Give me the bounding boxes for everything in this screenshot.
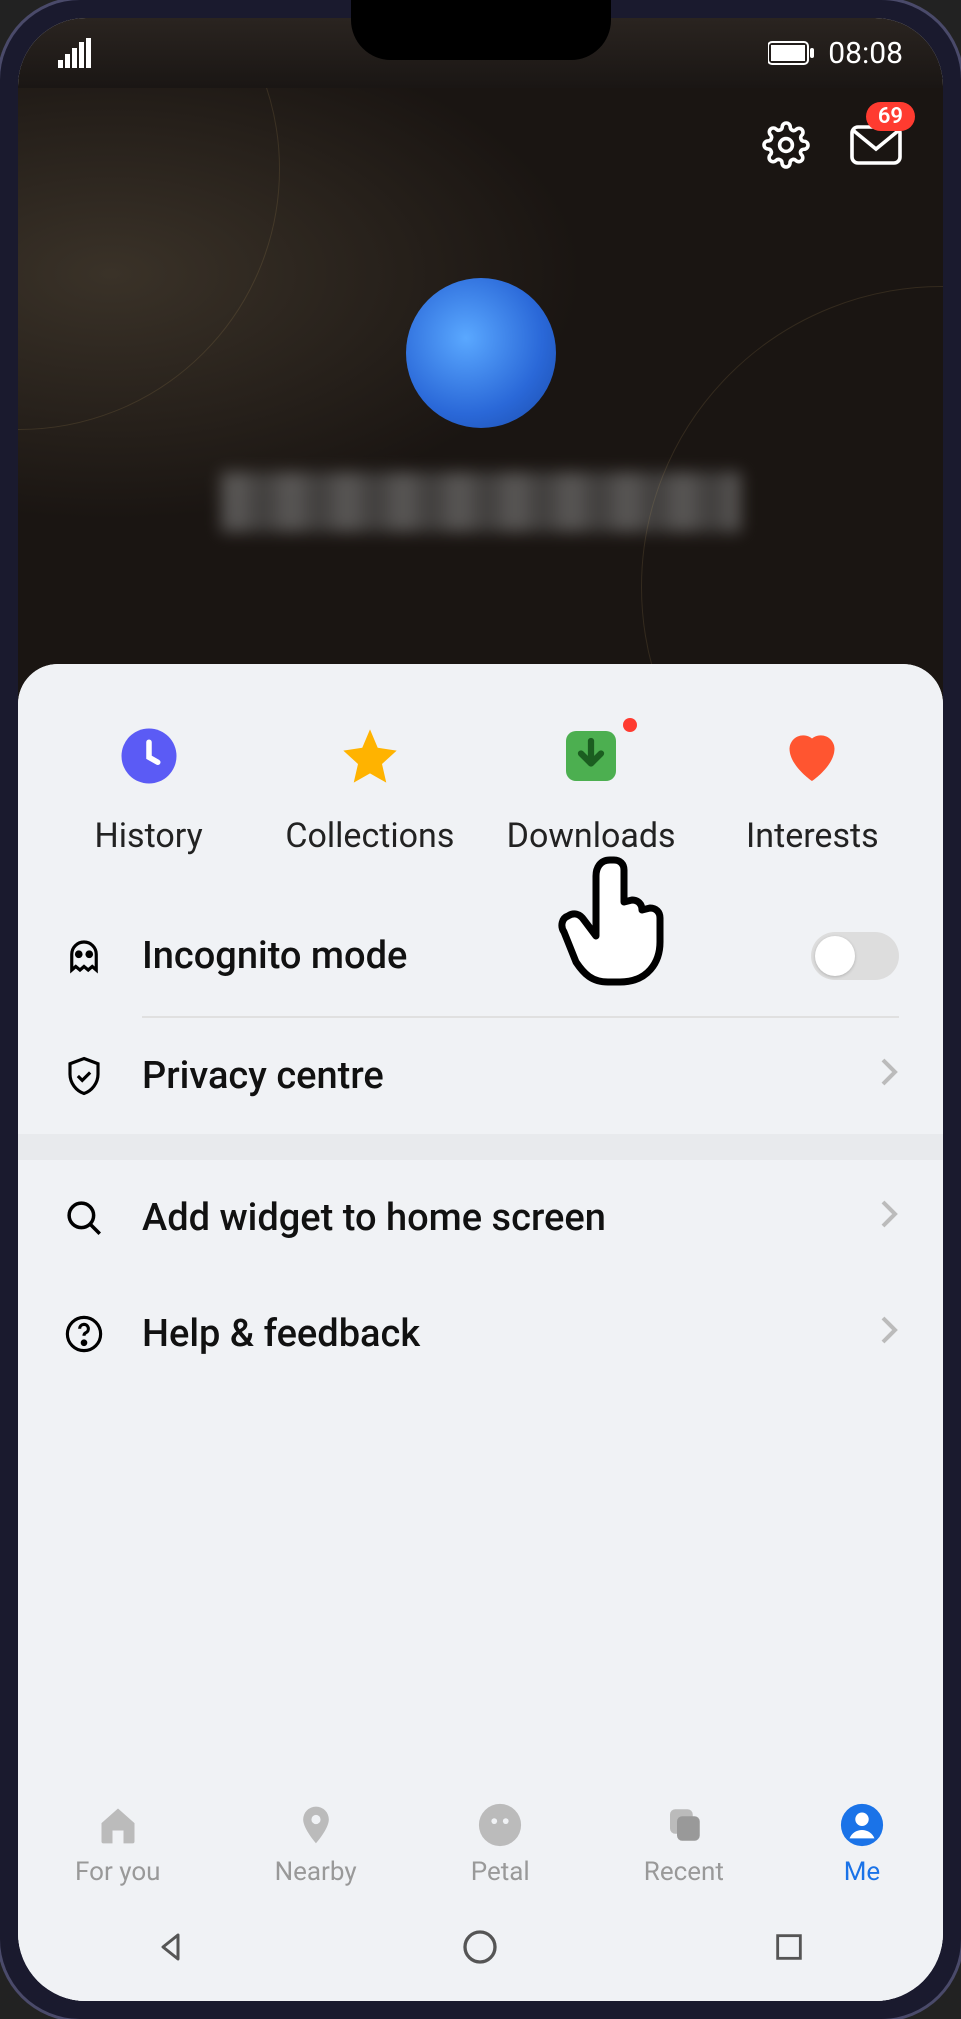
quick-collections[interactable]: Collections <box>280 724 460 856</box>
download-icon <box>559 724 623 788</box>
signal-icon <box>58 38 92 68</box>
quick-interests[interactable]: Interests <box>722 724 902 856</box>
home-icon <box>94 1801 142 1849</box>
help-label: Help & feedback <box>142 1312 843 1356</box>
status-time: 08:08 <box>828 36 903 71</box>
heart-icon <box>780 724 844 788</box>
quick-downloads-label: Downloads <box>507 816 676 856</box>
stack-icon <box>660 1801 708 1849</box>
avatar[interactable] <box>406 278 556 428</box>
phone-frame: 08:08 69 <box>0 0 961 2019</box>
section-gap <box>18 1134 943 1160</box>
face-icon <box>476 1801 524 1849</box>
settings-button[interactable] <box>759 118 813 172</box>
nav-for-you-label: For you <box>75 1857 160 1887</box>
inbox-badge: 69 <box>866 102 915 131</box>
star-icon <box>338 724 402 788</box>
main-panel: History Collections <box>18 664 943 2001</box>
clock-icon <box>117 724 181 788</box>
privacy-label: Privacy centre <box>142 1054 843 1098</box>
nav-for-you[interactable]: For you <box>75 1801 160 1887</box>
toggle-knob <box>815 936 855 976</box>
inbox-button[interactable]: 69 <box>849 118 903 172</box>
status-signal <box>58 38 92 68</box>
quick-downloads[interactable]: Downloads <box>501 724 681 856</box>
privacy-row[interactable]: Privacy centre <box>18 1018 943 1134</box>
widget-row[interactable]: Add widget to home screen <box>18 1160 943 1276</box>
gear-icon <box>762 121 810 169</box>
widget-label: Add widget to home screen <box>142 1196 843 1240</box>
help-icon <box>62 1312 106 1356</box>
profile-header: 69 <box>18 88 943 708</box>
quick-interests-label: Interests <box>746 816 879 856</box>
notification-dot <box>623 718 637 732</box>
screen: 08:08 69 <box>18 18 943 2001</box>
incognito-label: Incognito mode <box>142 934 775 978</box>
ghost-icon <box>62 934 106 978</box>
quick-actions: History Collections <box>18 664 943 896</box>
home-button[interactable] <box>456 1923 504 1971</box>
system-nav <box>18 1897 943 2001</box>
nav-petal-label: Petal <box>471 1857 530 1887</box>
settings-list: Incognito mode Privacy c <box>18 896 943 1392</box>
nav-me[interactable]: Me <box>838 1801 886 1887</box>
incognito-toggle[interactable] <box>811 932 899 980</box>
quick-collections-label: Collections <box>285 816 454 856</box>
chevron-right-icon <box>879 1197 899 1239</box>
back-button[interactable] <box>148 1923 196 1971</box>
quick-history[interactable]: History <box>59 724 239 856</box>
username-redacted <box>221 472 741 532</box>
chevron-right-icon <box>879 1055 899 1097</box>
battery-icon <box>768 40 816 66</box>
bottom-nav: For you Nearby Petal <box>18 1777 943 1897</box>
notch <box>351 0 611 60</box>
search-icon <box>62 1196 106 1240</box>
nav-nearby[interactable]: Nearby <box>275 1801 357 1887</box>
person-icon <box>838 1801 886 1849</box>
quick-history-label: History <box>95 816 203 856</box>
nav-me-label: Me <box>844 1857 881 1887</box>
nav-recent-label: Recent <box>644 1857 724 1887</box>
recent-apps-button[interactable] <box>765 1923 813 1971</box>
pin-icon <box>292 1801 340 1849</box>
chevron-right-icon <box>879 1313 899 1355</box>
nav-recent[interactable]: Recent <box>644 1801 724 1887</box>
incognito-row[interactable]: Incognito mode <box>18 896 943 1016</box>
help-row[interactable]: Help & feedback <box>18 1276 943 1392</box>
nav-petal[interactable]: Petal <box>471 1801 530 1887</box>
shield-icon <box>62 1054 106 1098</box>
nav-nearby-label: Nearby <box>275 1857 357 1887</box>
